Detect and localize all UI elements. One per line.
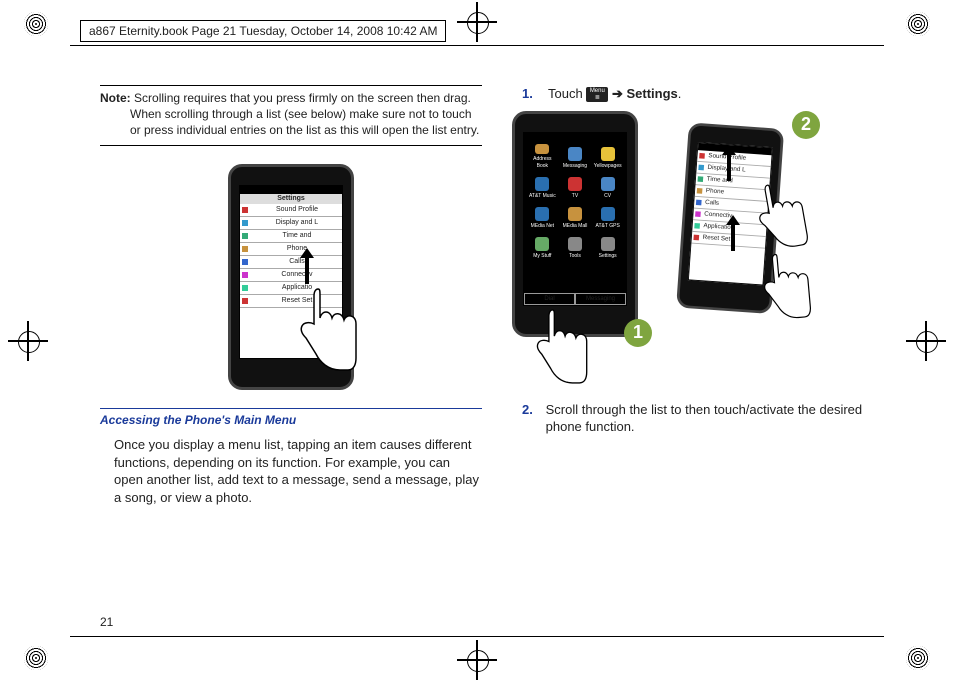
app-icon: MEdia Mall [560, 204, 591, 232]
hand-icon [751, 247, 813, 324]
hand-icon [288, 284, 358, 374]
note-block: Note: Scrolling requires that you press … [100, 85, 482, 146]
crop-line [70, 45, 884, 46]
registration-mark-icon [8, 321, 48, 361]
app-icon: Yellowpages [592, 144, 623, 172]
callout-1: 1 [624, 319, 652, 347]
settings-row: Calls [240, 256, 342, 269]
settings-row: Phone [240, 243, 342, 256]
app-icon: CV [592, 174, 623, 202]
menu-icon: Menu≣ [586, 87, 608, 102]
settings-row: Time and [240, 230, 342, 243]
phone-menu-illustration: Address BookMessagingYellowpagesAT&T Mus… [512, 111, 638, 337]
page-header: a867 Eternity.book Page 21 Tuesday, Octo… [80, 20, 446, 42]
registration-mark-icon [906, 321, 946, 361]
crop-mark-icon [906, 646, 930, 670]
crop-mark-icon [906, 12, 930, 36]
scroll-arrow-icon [300, 244, 314, 294]
app-icon: Address Book [527, 144, 558, 172]
body-paragraph: Once you display a menu list, tapping an… [114, 436, 482, 506]
app-icon: TV [560, 174, 591, 202]
step-2: 2. Scroll through the list to then touch… [522, 401, 894, 436]
settings-row: Connectiv [240, 269, 342, 282]
registration-mark-icon [457, 640, 497, 680]
note-text: Scrolling requires that you press firmly… [130, 91, 479, 137]
section-heading: Accessing the Phone's Main Menu [100, 408, 482, 428]
figure-main-menu: Address BookMessagingYellowpagesAT&T Mus… [512, 111, 894, 391]
left-column: Note: Scrolling requires that you press … [100, 85, 482, 612]
softkey: Messaging [575, 293, 626, 305]
settings-row: Display and L [240, 217, 342, 230]
app-icon: AT&T GPS [592, 204, 623, 232]
app-icon: My Stuff [527, 234, 558, 262]
app-icon: Tools [560, 234, 591, 262]
registration-mark-icon [457, 2, 497, 42]
crop-mark-icon [24, 12, 48, 36]
scroll-arrow-icon [722, 141, 736, 191]
app-icon: Messaging [560, 144, 591, 172]
scroll-arrow-icon [726, 211, 740, 261]
step-number: 1. [522, 85, 538, 103]
app-icon: AT&T Music [527, 174, 558, 202]
hand-icon [743, 175, 811, 256]
step-text: Touch [548, 86, 583, 101]
note-label: Note: [100, 91, 131, 105]
settings-row: Sound Profile [240, 204, 342, 217]
step-number: 2. [522, 401, 536, 436]
figure-settings-scroll: Settings Sound ProfileDisplay and LTime … [100, 164, 482, 395]
step-text: Scroll through the list to then touch/ac… [546, 401, 894, 436]
phone-screen-title: Settings [240, 194, 342, 204]
step-1: 1. Touch Menu≣ ➔ Settings. [522, 85, 894, 103]
step-target: Settings [626, 86, 677, 101]
callout-2: 2 [792, 111, 820, 139]
crop-mark-icon [24, 646, 48, 670]
page-number: 21 [100, 614, 113, 630]
arrow-icon: ➔ [612, 86, 623, 101]
app-icon: Settings [592, 234, 623, 262]
hand-icon [526, 305, 589, 386]
softkey: Dial [524, 293, 575, 305]
app-icon: MEdia Net [527, 204, 558, 232]
right-column: 1. Touch Menu≣ ➔ Settings. Address BookM… [512, 85, 894, 612]
crop-line [70, 636, 884, 637]
